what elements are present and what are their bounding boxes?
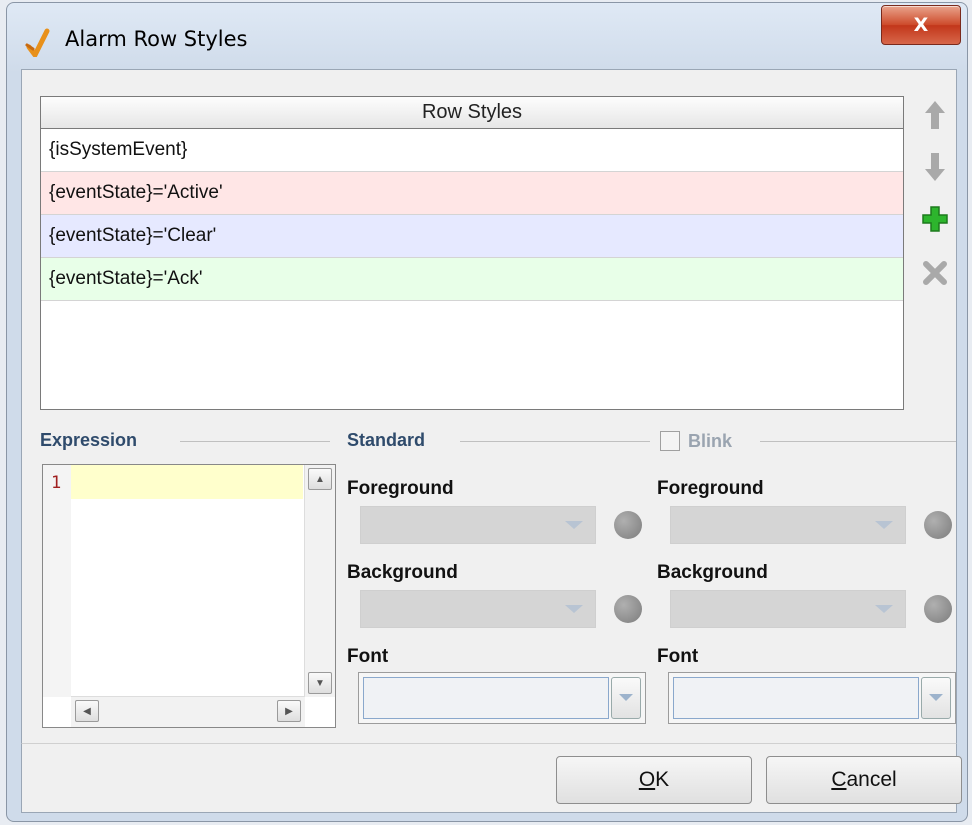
standard-foreground-label: Foreground [347, 478, 454, 499]
cancel-label: ancel [846, 768, 897, 791]
chevron-down-icon[interactable] [921, 677, 951, 719]
arrow-down-icon [925, 153, 945, 181]
blink-foreground-select[interactable] [670, 506, 906, 544]
scroll-down-button[interactable]: ▼ [308, 672, 332, 694]
standard-font-label: Font [347, 646, 389, 667]
plus-icon [922, 206, 948, 232]
line-gutter: 1 [43, 465, 71, 697]
cancel-button[interactable]: Cancel [766, 756, 962, 804]
chevron-down-icon[interactable] [611, 677, 641, 719]
divider [460, 441, 650, 442]
scroll-right-button[interactable]: ▶ [277, 700, 301, 722]
dialog-footer: OK Cancel [21, 743, 962, 813]
ok-button[interactable]: OK [556, 756, 752, 804]
standard-section-label: Standard [347, 430, 426, 450]
scroll-up-button[interactable]: ▲ [308, 468, 332, 490]
blink-font-select[interactable] [668, 672, 956, 724]
move-up-button[interactable] [920, 100, 950, 130]
chevron-down-icon [565, 521, 583, 529]
add-row-button[interactable] [920, 204, 950, 234]
blink-foreground-label: Foreground [657, 478, 764, 499]
blink-background-label: Background [657, 562, 768, 583]
blink-section-label[interactable]: Blink [688, 431, 732, 452]
x-icon [923, 261, 947, 285]
table-row[interactable]: {eventState}='Active' [41, 172, 903, 215]
blink-background-color-icon[interactable] [924, 595, 952, 623]
expression-section-label: Expression [40, 430, 138, 450]
line-number: 1 [51, 473, 62, 493]
blink-checkbox[interactable] [660, 431, 680, 451]
arrow-up-icon [925, 101, 945, 129]
table-header[interactable]: Row Styles [41, 97, 903, 129]
blink-background-select[interactable] [670, 590, 906, 628]
blink-font-field[interactable] [673, 677, 919, 719]
title-bar[interactable]: Alarm Row Styles X [7, 3, 967, 69]
table-row[interactable]: {eventState}='Clear' [41, 215, 903, 258]
standard-background-label: Background [347, 562, 458, 583]
expression-editor[interactable]: 1 ▲ ▼ ◀ ▶ [42, 464, 336, 728]
standard-foreground-color-icon[interactable] [614, 511, 642, 539]
move-down-button[interactable] [920, 152, 950, 182]
table-row[interactable]: {eventState}='Ack' [41, 258, 903, 301]
blink-foreground-color-icon[interactable] [924, 511, 952, 539]
chevron-down-icon [875, 521, 893, 529]
wand-icon [25, 28, 50, 57]
window-title: Alarm Row Styles [65, 27, 248, 51]
vertical-scrollbar[interactable]: ▲ ▼ [304, 465, 335, 697]
standard-font-field[interactable] [363, 677, 609, 719]
chevron-down-icon [565, 605, 583, 613]
horizontal-scrollbar[interactable]: ◀ ▶ [71, 696, 305, 727]
divider [760, 441, 956, 442]
ok-mnemonic: O [638, 768, 656, 791]
standard-font-select[interactable] [358, 672, 646, 724]
row-styles-table[interactable]: Row Styles {isSystemEvent} {eventState}=… [40, 96, 904, 410]
chevron-down-icon [875, 605, 893, 613]
divider [180, 441, 330, 442]
remove-row-button[interactable] [920, 258, 950, 288]
blink-font-label: Font [657, 646, 699, 667]
dialog-window: Alarm Row Styles X Row Styles {isSystemE… [6, 2, 968, 822]
scroll-left-button[interactable]: ◀ [75, 700, 99, 722]
standard-foreground-select[interactable] [360, 506, 596, 544]
standard-background-select[interactable] [360, 590, 596, 628]
table-row[interactable]: {isSystemEvent} [41, 129, 903, 172]
dialog-content: Row Styles {isSystemEvent} {eventState}=… [21, 69, 957, 745]
standard-background-color-icon[interactable] [614, 595, 642, 623]
cancel-mnemonic: C [831, 768, 847, 791]
close-icon: X [913, 14, 929, 36]
ok-label: K [655, 768, 670, 791]
close-button[interactable]: X [881, 5, 961, 45]
current-line[interactable] [71, 465, 303, 499]
